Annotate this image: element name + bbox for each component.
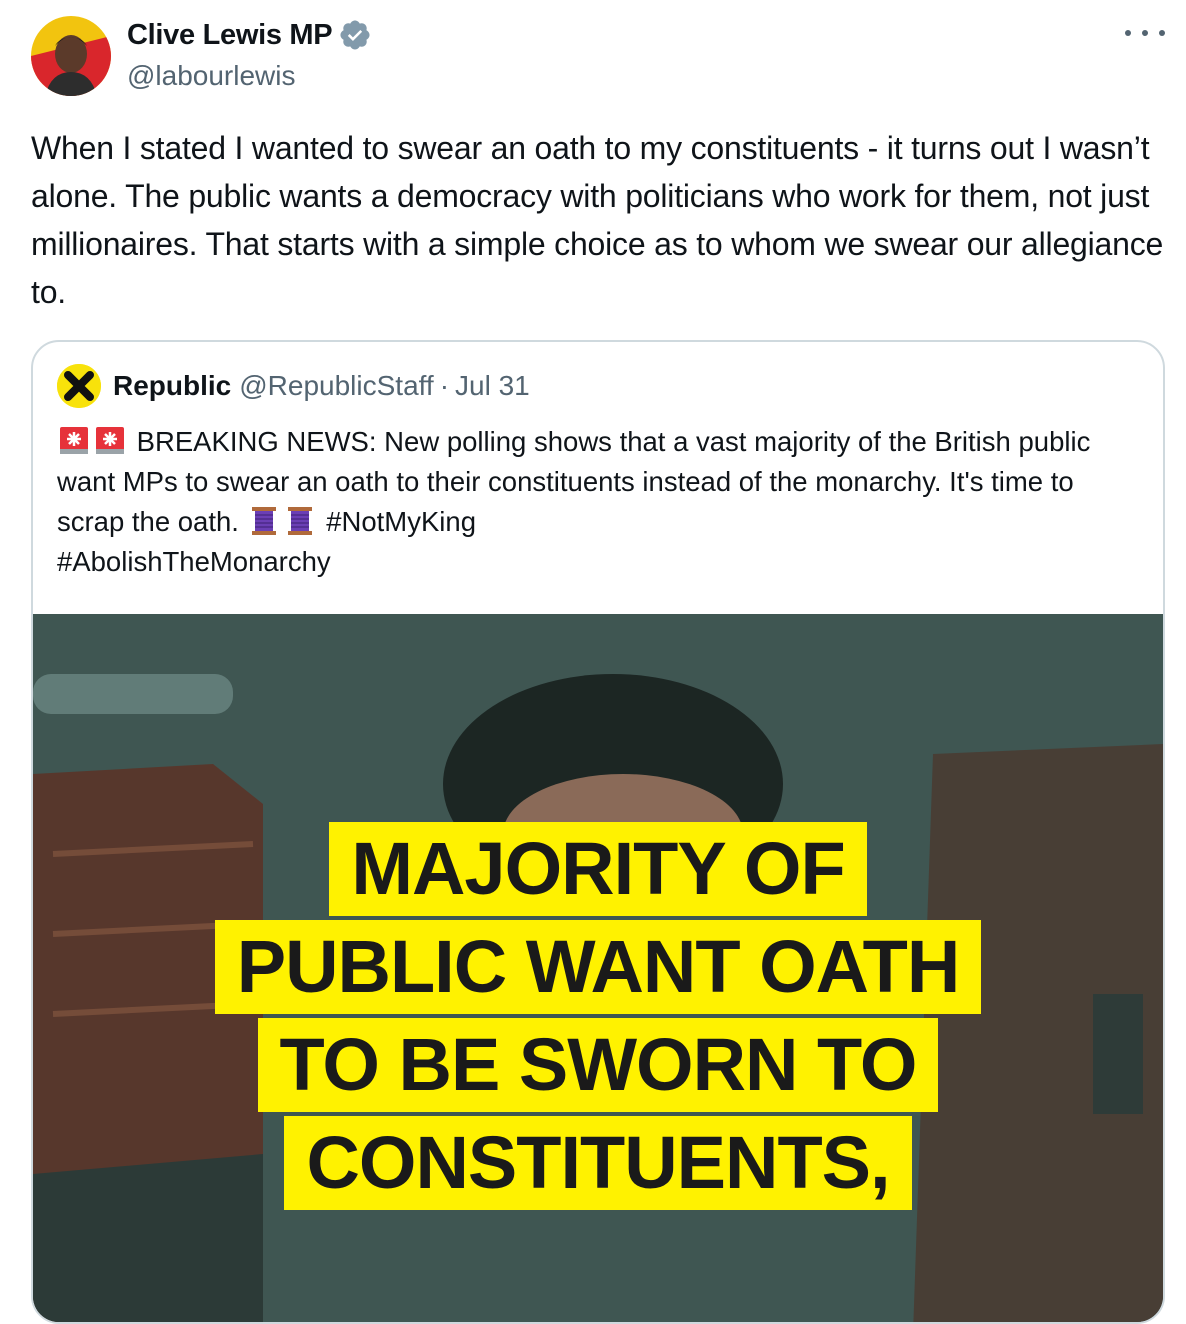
thread-spool-emoji-icon (287, 507, 312, 535)
headline-line: PUBLIC WANT OATH (214, 920, 982, 1014)
author-name-text[interactable]: Clive Lewis MP (127, 19, 333, 52)
avatar-image (31, 16, 111, 96)
verified-badge-icon (340, 20, 370, 50)
separator-dot: · (439, 370, 450, 401)
media-headline: MAJORITY OF PUBLIC WANT OATH TO BE SWORN… (33, 822, 1163, 1214)
quoted-author-handle[interactable]: @RepublicStaff (239, 370, 433, 402)
hashtag-link[interactable]: #NotMyKing (326, 506, 476, 537)
hashtag-link[interactable]: #AbolishTheMonarchy (57, 546, 331, 577)
quoted-text-body: BREAKING NEWS: New polling shows that a … (57, 426, 1091, 537)
tweet-text: When I stated I wanted to swear an oath … (31, 130, 1164, 310)
thread-spool-emoji-icon (251, 507, 276, 535)
siren-emoji-icon (60, 427, 88, 454)
headline-line: CONSTITUENTS, (284, 1116, 912, 1210)
headline-line: TO BE SWORN TO (257, 1018, 939, 1112)
republic-avatar[interactable] (57, 364, 101, 408)
quoted-author-name[interactable]: Republic (113, 370, 231, 402)
more-options-icon[interactable] (1125, 30, 1165, 44)
quoted-tweet-header: Republic @RepublicStaff · Jul 31 (57, 364, 530, 408)
quoted-tweet-text: BREAKING NEWS: New polling shows that a … (57, 422, 1147, 582)
republic-logo-icon (57, 364, 101, 408)
author-name[interactable]: Clive Lewis MP (127, 18, 372, 52)
headline-line: MAJORITY OF (329, 822, 867, 916)
siren-emoji-icon (96, 427, 124, 454)
author-avatar[interactable] (31, 16, 111, 96)
quoted-tweet[interactable]: Republic @RepublicStaff · Jul 31 BREAKIN… (31, 340, 1165, 1324)
quoted-media-image[interactable]: MAJORITY OF PUBLIC WANT OATH TO BE SWORN… (33, 614, 1163, 1322)
quoted-date[interactable]: Jul 31 (455, 370, 530, 402)
author-handle[interactable]: @labourlewis (127, 60, 296, 92)
